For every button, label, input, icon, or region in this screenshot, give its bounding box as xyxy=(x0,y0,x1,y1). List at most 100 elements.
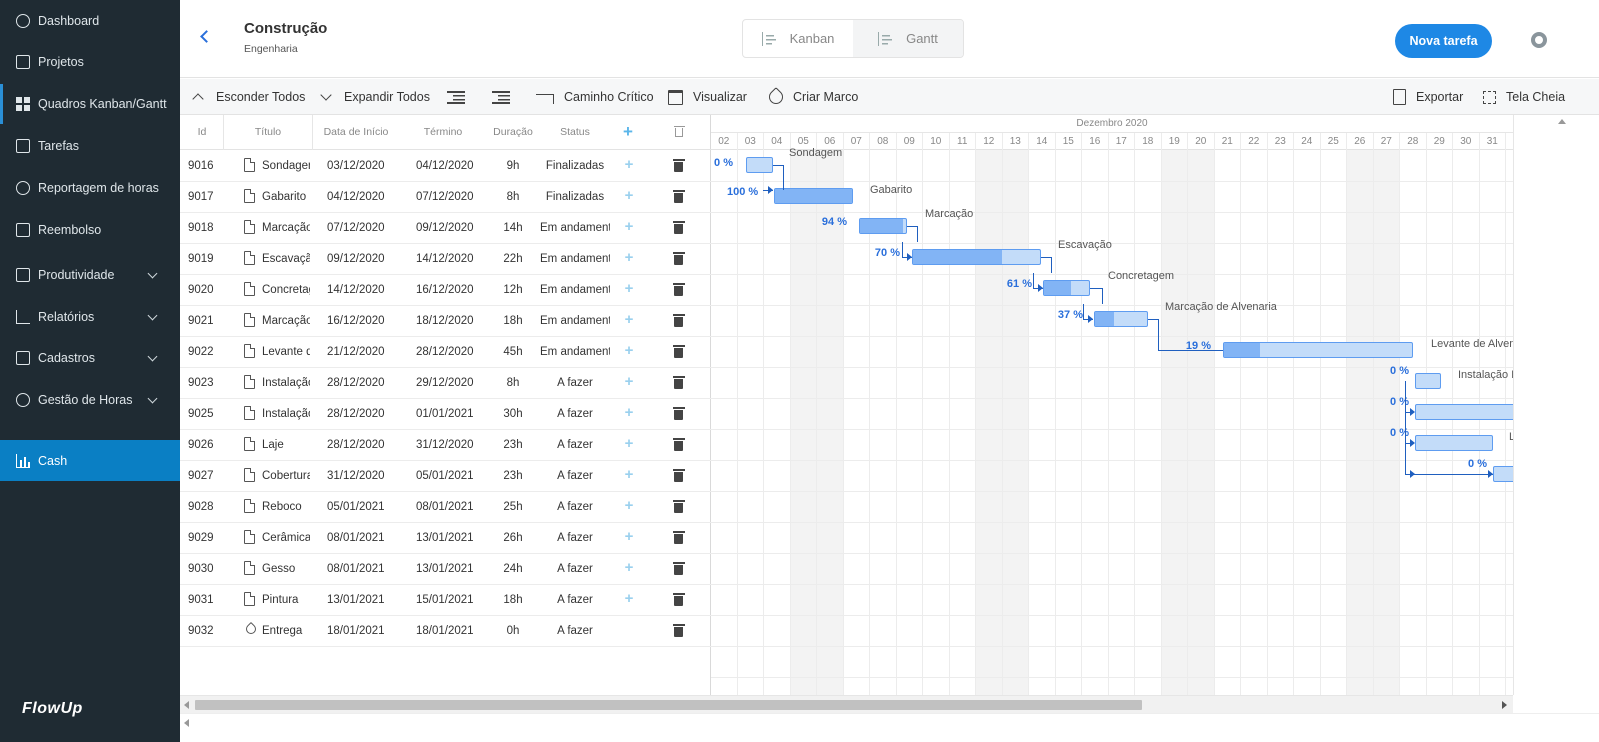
trash-icon[interactable] xyxy=(672,624,685,637)
cell-title[interactable]: Laje xyxy=(262,430,310,461)
table-row[interactable]: 9017 Gabarito 04/12/2020 07/12/2020 8h Finali… xyxy=(180,182,711,213)
gantt-task-bar[interactable] xyxy=(1493,466,1513,482)
sidebar-item-reembolso[interactable]: Reembolso xyxy=(0,210,180,250)
scroll-left-icon[interactable] xyxy=(184,701,189,709)
cell-title[interactable]: Instalação Hidráulica xyxy=(262,399,310,430)
cell-title[interactable]: Instalação Elétrica xyxy=(262,368,310,399)
cell-title[interactable]: Pintura xyxy=(262,585,310,616)
sidebar-item-tarefas[interactable]: Tarefas xyxy=(0,126,180,166)
add-subtask-plus-icon[interactable]: + xyxy=(623,498,635,513)
sidebar-item-gestao-horas[interactable]: Gestão de Horas xyxy=(0,380,180,420)
table-row[interactable]: 9021 Marcação de Alvenaria 16/12/2020 18/12… xyxy=(180,306,711,337)
trash-icon[interactable] xyxy=(672,593,685,606)
table-row[interactable]: 9025 Instalação Hidráulica 28/12/2020 01/01… xyxy=(180,399,711,430)
trash-icon[interactable] xyxy=(672,531,685,544)
col-end[interactable]: Término xyxy=(402,115,484,150)
table-row[interactable]: 9026 Laje 28/12/2020 31/12/2020 23h A fazer + xyxy=(180,430,711,461)
add-subtask-plus-icon[interactable]: + xyxy=(623,312,635,327)
fullscreen-button[interactable]: Tela Cheia xyxy=(1483,79,1565,115)
sidebar-item-quadros[interactable]: Quadros Kanban/Gantt xyxy=(0,84,180,124)
col-start[interactable]: Data de Início xyxy=(313,115,399,150)
critical-path-button[interactable]: Caminho Crítico xyxy=(536,79,654,115)
trash-icon[interactable] xyxy=(672,438,685,451)
trash-icon[interactable] xyxy=(672,159,685,172)
trash-icon[interactable] xyxy=(672,407,685,420)
table-row[interactable]: 9030 Gesso 08/01/2021 13/01/2021 24h A fazer + xyxy=(180,554,711,585)
table-row[interactable]: 9031 Pintura 13/01/2021 15/01/2021 18h A faze… xyxy=(180,585,711,616)
col-status[interactable]: Status xyxy=(540,115,610,150)
cell-title[interactable]: Gabarito xyxy=(262,182,310,213)
table-row[interactable]: 9016 Sondagem 03/12/2020 04/12/2020 9h Finali… xyxy=(180,151,711,182)
add-subtask-plus-icon[interactable]: + xyxy=(623,219,635,234)
new-task-button[interactable]: Nova tarefa xyxy=(1395,24,1492,58)
cell-title[interactable]: Marcação de Alvenaria xyxy=(262,306,310,337)
sidebar-item-reportagem[interactable]: Reportagem de horas xyxy=(0,168,180,208)
add-subtask-plus-icon[interactable]: + xyxy=(623,436,635,451)
table-row[interactable]: 9029 Cerâmica 08/01/2021 13/01/2021 26h A faz… xyxy=(180,523,711,554)
gantt-task-bar[interactable] xyxy=(1094,311,1148,327)
add-subtask-plus-icon[interactable]: + xyxy=(623,343,635,358)
add-subtask-plus-icon[interactable]: + xyxy=(623,591,635,606)
cell-title[interactable]: Entrega xyxy=(262,616,310,647)
trash-icon[interactable] xyxy=(672,190,685,203)
cell-title[interactable]: Escavação xyxy=(262,244,310,275)
cell-title[interactable]: Marcação xyxy=(262,213,310,244)
hide-all-button[interactable]: Esconder Todos xyxy=(192,79,305,115)
col-id[interactable]: Id xyxy=(180,115,224,150)
gantt-task-bar[interactable] xyxy=(1223,342,1413,358)
trash-icon[interactable] xyxy=(672,283,685,296)
cell-title[interactable]: Levante de Alvenaria xyxy=(262,337,310,368)
add-subtask-plus-icon[interactable]: + xyxy=(623,405,635,420)
trash-icon[interactable] xyxy=(672,500,685,513)
gantt-task-bar[interactable] xyxy=(1415,435,1493,451)
gear-icon[interactable] xyxy=(1531,32,1547,48)
sidebar-item-produtividade[interactable]: Produtividade xyxy=(0,255,180,295)
gantt-task-bar[interactable] xyxy=(859,218,907,234)
cell-title[interactable]: Cobertura xyxy=(262,461,310,492)
trash-icon[interactable] xyxy=(672,562,685,575)
table-row[interactable]: 9032 Entrega 18/01/2021 18/01/2021 0h A fazer xyxy=(180,616,711,647)
table-row[interactable]: 9027 Cobertura 31/12/2020 05/01/2021 23h A fa… xyxy=(180,461,711,492)
flowup-logo[interactable]: FlowUp xyxy=(22,700,83,718)
bottom-scrollbar[interactable] xyxy=(180,713,1599,742)
table-row[interactable]: 9020 Concretagem 14/12/2020 16/12/2020 12h Em… xyxy=(180,275,711,306)
add-subtask-plus-icon[interactable]: + xyxy=(623,467,635,482)
table-row[interactable]: 9019 Escavação 09/12/2020 14/12/2020 22h Em a… xyxy=(180,244,711,275)
add-subtask-plus-icon[interactable]: + xyxy=(623,157,635,172)
trash-icon[interactable] xyxy=(672,252,685,265)
add-subtask-plus-icon[interactable]: + xyxy=(623,374,635,389)
indent-button[interactable] xyxy=(447,79,475,115)
gantt-task-bar[interactable] xyxy=(1415,404,1513,420)
add-subtask-plus-icon[interactable]: + xyxy=(623,250,635,265)
gantt-task-bar[interactable] xyxy=(912,249,1041,265)
trash-icon[interactable] xyxy=(672,345,685,358)
gantt-task-bar[interactable] xyxy=(1415,373,1441,389)
scroll-up-icon[interactable] xyxy=(1558,119,1566,124)
outdent-button[interactable] xyxy=(492,79,520,115)
trash-icon[interactable] xyxy=(672,469,685,482)
sidebar-item-projetos[interactable]: Projetos xyxy=(0,42,180,82)
trash-icon[interactable] xyxy=(672,376,685,389)
cell-title[interactable]: Concretagem xyxy=(262,275,310,306)
kanban-view-button[interactable]: Kanban xyxy=(743,20,853,57)
add-subtask-plus-icon[interactable]: + xyxy=(623,529,635,544)
sidebar-item-relatorios[interactable]: Relatórios xyxy=(0,297,180,337)
gantt-task-bar[interactable] xyxy=(1043,280,1090,296)
back-arrow-icon[interactable] xyxy=(200,30,213,43)
sidebar-item-cash[interactable]: Cash xyxy=(0,440,180,481)
add-subtask-plus-icon[interactable]: + xyxy=(623,281,635,296)
export-button[interactable]: Exportar xyxy=(1393,79,1463,115)
horizontal-scrollbar[interactable] xyxy=(180,695,1513,713)
trash-icon[interactable] xyxy=(672,221,685,234)
visualize-button[interactable]: Visualizar xyxy=(668,79,747,115)
table-row[interactable]: 9023 Instalação Elétrica 28/12/2020 29/12/2… xyxy=(180,368,711,399)
scrollbar-thumb[interactable] xyxy=(195,700,1142,710)
table-row[interactable]: 9018 Marcação 07/12/2020 09/12/2020 14h Em an… xyxy=(180,213,711,244)
gantt-view-button[interactable]: Gantt xyxy=(853,20,963,57)
table-row[interactable]: 9022 Levante de Alvenaria 21/12/2020 28/12/… xyxy=(180,337,711,368)
cell-title[interactable]: Sondagem xyxy=(262,151,310,182)
add-task-plus-icon[interactable]: + xyxy=(623,123,633,140)
cell-title[interactable]: Cerâmica xyxy=(262,523,310,554)
scroll-right-icon[interactable] xyxy=(1502,701,1507,709)
table-row[interactable]: 9028 Reboco 05/01/2021 08/01/2021 25h A fazer… xyxy=(180,492,711,523)
